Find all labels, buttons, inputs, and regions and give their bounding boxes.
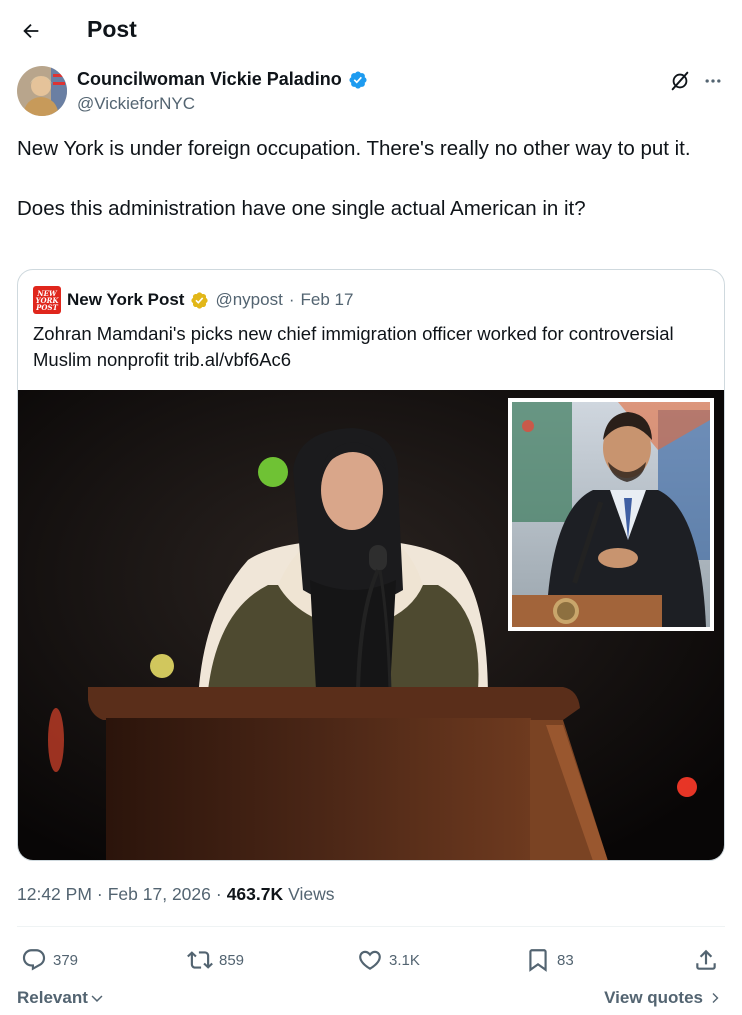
bookmark-icon [529, 949, 547, 972]
arrow-left-icon [23, 23, 39, 39]
quoted-author-handle: @nypost [215, 290, 283, 309]
reply-icon [22, 949, 46, 971]
sort-label: Relevant [17, 988, 88, 1007]
repost-icon [187, 951, 213, 969]
author-name-text: Councilwoman Vickie Paladino [77, 69, 342, 89]
like-count: 3.1K [389, 951, 420, 969]
author-row: Councilwoman Vickie Paladino @VickieforN… [17, 66, 727, 120]
view-quotes-link[interactable]: View quotes [604, 988, 721, 1008]
tweet-text: New York is under foreign occupation. Th… [17, 134, 722, 224]
quoted-post-date: Feb 17 [300, 290, 354, 309]
views-count: 463.7K [226, 884, 284, 904]
tweet-paragraph: Does this administration have one single… [17, 197, 586, 220]
heart-icon [359, 950, 381, 970]
post-time[interactable]: 12:42 PM [17, 884, 92, 905]
more-dots-icon [705, 79, 721, 83]
share-button[interactable] [693, 940, 719, 980]
verified-gold-badge-icon [191, 291, 209, 309]
sort-relevant-dropdown[interactable]: Relevant [17, 988, 104, 1008]
separator-dot: · [96, 884, 103, 904]
like-button[interactable]: 3.1K [357, 940, 420, 980]
quoted-post-photo[interactable] [18, 390, 724, 861]
bookmark-button[interactable]: 83 [525, 940, 574, 980]
quoted-post-header: NEW YORK POST New York Post @nypost · Fe… [33, 286, 353, 314]
quoted-post[interactable]: NEW YORK POST New York Post @nypost · Fe… [17, 269, 725, 861]
separator-dot: · [288, 290, 295, 309]
verified-badge-icon [349, 70, 367, 89]
post-date[interactable]: Feb 17, 2026 [108, 884, 211, 905]
nypost-logo: NEW YORK POST [33, 286, 61, 314]
tweet-paragraph: New York is under foreign occupation. Th… [17, 137, 691, 160]
chevron-right-icon [712, 993, 719, 1003]
quoted-author-name: New York Post [67, 290, 185, 309]
author-handle[interactable]: @VickieforNYC [77, 94, 195, 114]
view-quotes-label: View quotes [604, 988, 703, 1007]
page-title: Post [87, 16, 137, 42]
reply-button[interactable]: 379 [21, 940, 78, 980]
separator-dot: · [215, 884, 222, 904]
bookmark-count: 83 [557, 951, 574, 969]
repost-count: 859 [219, 951, 245, 969]
repost-button[interactable]: 859 [187, 940, 244, 980]
post-meta: 12:42 PM · Feb 17, 2026 · 463.7K Views [17, 884, 335, 905]
grok-button[interactable] [667, 68, 693, 94]
replies-sort-bar: Relevant View quotes [17, 986, 725, 1012]
top-header: Post [0, 0, 742, 62]
avatar[interactable] [17, 66, 67, 116]
share-icon [696, 949, 716, 970]
grok-icon [671, 71, 689, 91]
divider [17, 926, 725, 927]
back-button[interactable] [14, 14, 48, 48]
quoted-post-text: Zohran Mamdani's picks new chief immigra… [33, 323, 674, 370]
author-name[interactable]: Councilwoman Vickie Paladino [77, 69, 368, 90]
reply-count: 379 [53, 951, 79, 969]
more-options-button[interactable] [700, 68, 726, 94]
views-label: Views [288, 884, 335, 904]
action-bar: 379 859 3.1K 83 [17, 940, 725, 980]
chevron-down-icon [91, 995, 103, 1002]
